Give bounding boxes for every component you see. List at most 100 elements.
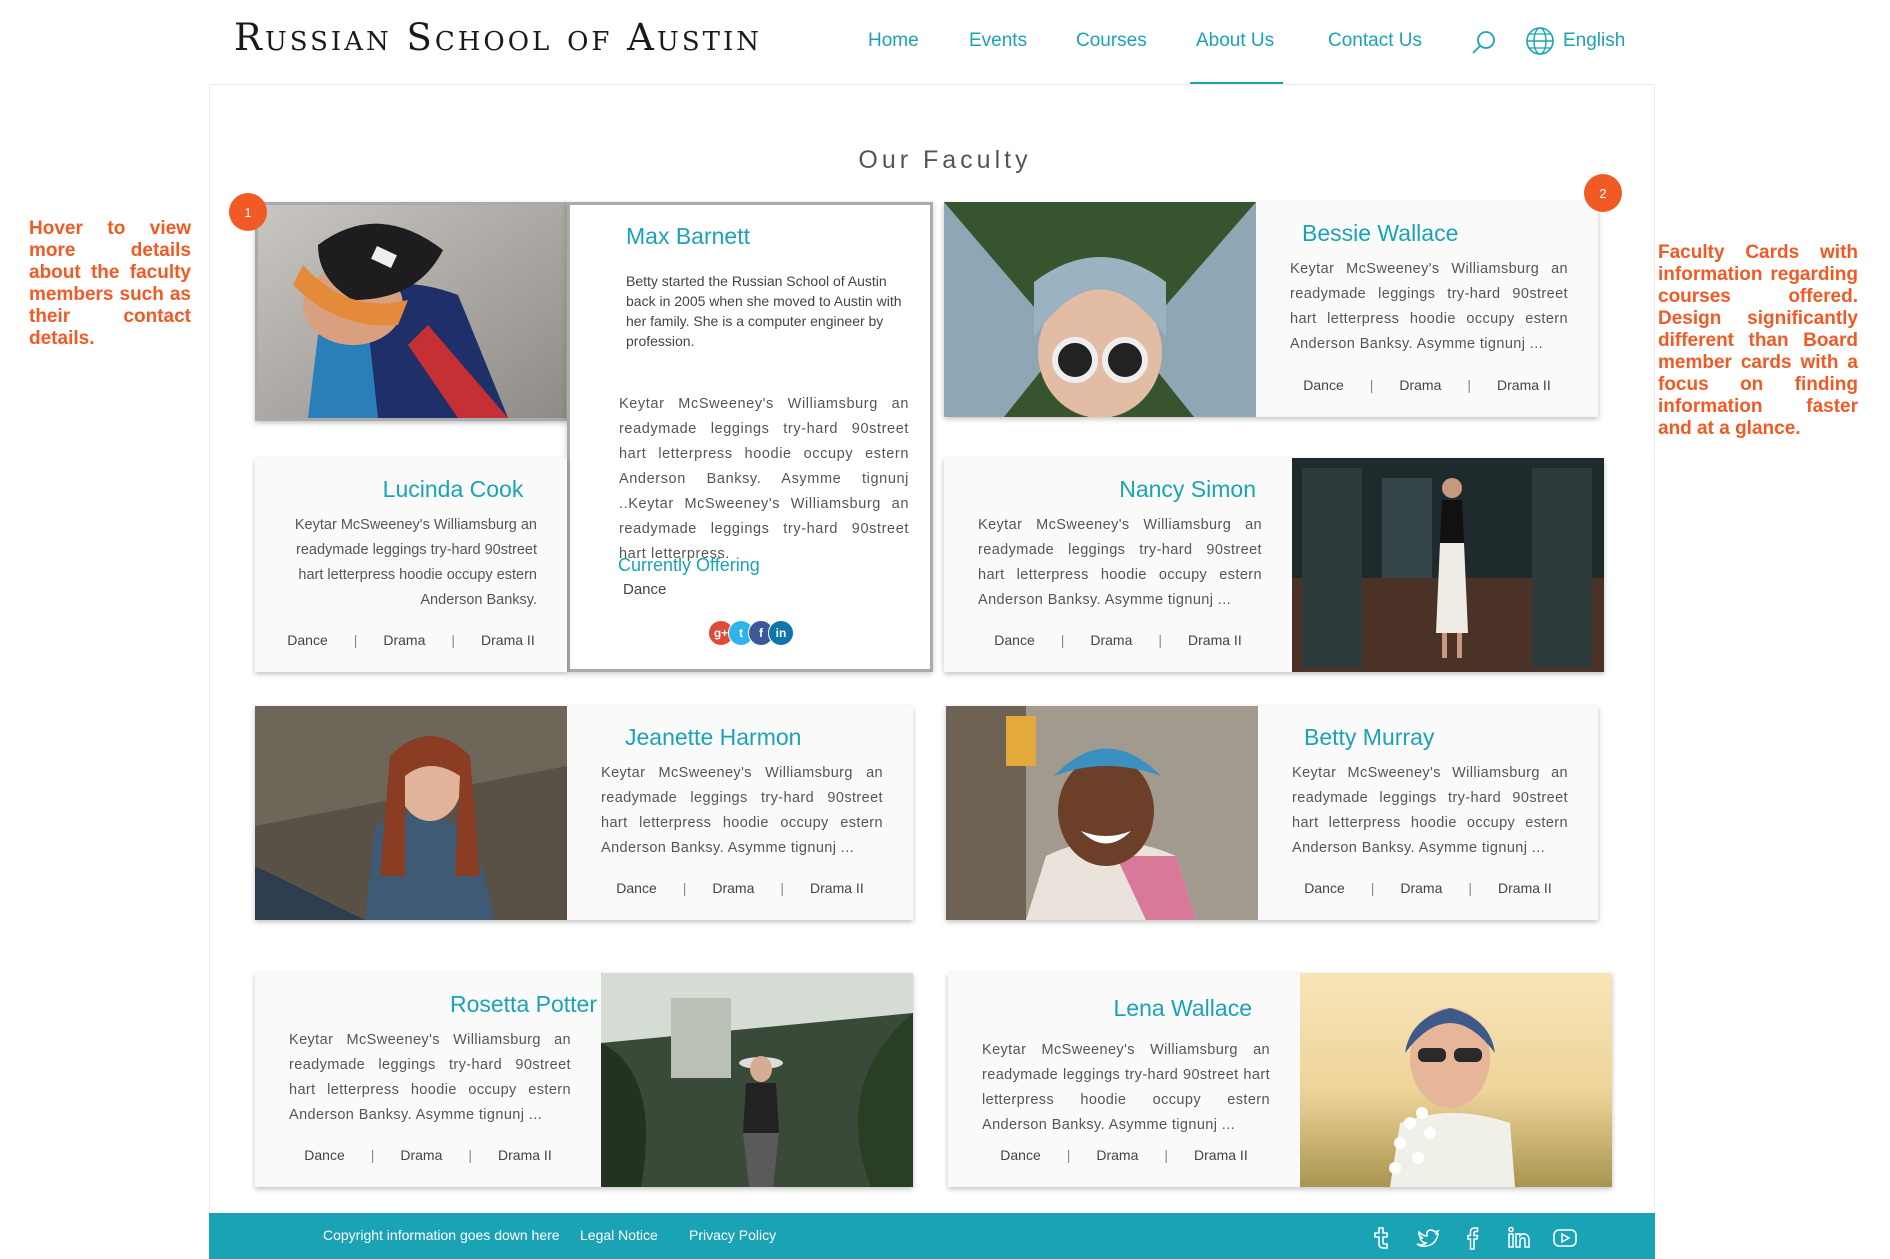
faculty-card-bessie-wallace[interactable]: Bessie Wallace Keytar McSweeney's Willia… xyxy=(944,202,1598,417)
faculty-photo xyxy=(601,973,913,1187)
search-icon[interactable] xyxy=(1470,29,1498,57)
footer-privacy-policy[interactable]: Privacy Policy xyxy=(689,1227,776,1243)
site-logo[interactable]: Russian School of Austin xyxy=(234,16,762,59)
course-tag[interactable]: Drama II xyxy=(1498,880,1552,896)
faculty-card-betty-murray[interactable]: Betty Murray Keytar McSweeney's Williams… xyxy=(946,706,1598,920)
annotation-faculty-cards: Faculty Cards with information regarding… xyxy=(1658,242,1858,439)
card-body: Bessie Wallace Keytar McSweeney's Willia… xyxy=(1256,202,1598,417)
card-body: Nancy Simon Keytar McSweeney's Williamsb… xyxy=(944,458,1292,672)
faculty-description: Keytar McSweeney's Williamsburg an ready… xyxy=(289,1032,571,1123)
nav-about-us[interactable]: About Us xyxy=(1196,30,1274,52)
course-tag[interactable]: Dance xyxy=(994,632,1034,648)
course-tags: Dance | Drama | Drama II xyxy=(1304,880,1552,896)
youtube-icon[interactable] xyxy=(1552,1225,1578,1251)
faculty-description: Keytar McSweeney's Williamsburg an ready… xyxy=(601,765,883,856)
course-tags: Dance | Drama | Drama II xyxy=(304,1147,552,1163)
course-tags: Dance | Drama | Drama II xyxy=(287,632,535,648)
faculty-name[interactable]: Nancy Simon xyxy=(978,476,1262,503)
language-label: English xyxy=(1563,30,1626,51)
course-tag[interactable]: Dance xyxy=(287,632,327,648)
nav-contact-us[interactable]: Contact Us xyxy=(1328,30,1422,52)
faculty-name[interactable]: Rosetta Potter xyxy=(289,991,597,1018)
card-body: Lena Wallace Keytar McSweeney's Williams… xyxy=(948,973,1300,1187)
card-body: Jeanette Harmon Keytar McSweeney's Willi… xyxy=(567,706,913,920)
faculty-name[interactable]: Lucinda Cook xyxy=(289,476,537,503)
course-tag[interactable]: Drama II xyxy=(481,632,535,648)
faculty-name[interactable]: Betty Murray xyxy=(1292,724,1568,751)
course-tag[interactable]: Dance xyxy=(1304,880,1344,896)
course-tags: Dance | Drama | Drama II xyxy=(1303,377,1551,393)
course-tag[interactable]: Dance xyxy=(1303,377,1343,393)
course-tag[interactable]: Drama xyxy=(1096,1147,1138,1163)
card-body: Betty Murray Keytar McSweeney's Williams… xyxy=(1258,706,1598,920)
portrait-image xyxy=(1292,458,1604,672)
faculty-name[interactable]: Jeanette Harmon xyxy=(601,724,883,751)
linkedin-icon[interactable]: in xyxy=(768,620,794,646)
card-body: Rosetta Potter Keytar McSweeney's Willia… xyxy=(255,973,601,1187)
faculty-description: Keytar McSweeney's Williamsburg an ready… xyxy=(982,1042,1270,1133)
tumblr-icon[interactable] xyxy=(1368,1225,1394,1251)
course-tag[interactable]: Drama II xyxy=(810,880,864,896)
language-selector[interactable]: English xyxy=(1525,26,1625,56)
faculty-photo xyxy=(944,202,1256,417)
course-tag[interactable]: Drama xyxy=(1400,880,1442,896)
page-title: Our Faculty xyxy=(858,146,1032,174)
faculty-bio: Betty started the Russian School of Aust… xyxy=(626,273,902,349)
contact-social-links: g+ t f in xyxy=(708,620,794,646)
portrait-image xyxy=(1300,973,1612,1187)
faculty-photo xyxy=(255,706,567,920)
course-tags: Dance | Drama | Drama II xyxy=(994,632,1242,648)
course-tag[interactable]: Drama II xyxy=(1188,632,1242,648)
course-tag[interactable]: Drama xyxy=(1090,632,1132,648)
portrait-image xyxy=(601,973,913,1187)
portrait-image xyxy=(258,205,566,418)
faculty-description: Keytar McSweeney's Williamsburg an ready… xyxy=(1292,765,1568,856)
faculty-photo xyxy=(1292,458,1604,672)
course-tag[interactable]: Drama xyxy=(1399,377,1441,393)
course-tag[interactable]: Dance xyxy=(304,1147,344,1163)
course-tag[interactable]: Drama xyxy=(383,632,425,648)
faculty-name[interactable]: Lena Wallace xyxy=(982,995,1270,1022)
annotation-hover: Hover to view more details about the fac… xyxy=(29,218,191,349)
linkedin-icon[interactable] xyxy=(1506,1225,1532,1251)
card-body: Lucinda Cook Keytar McSweeney's Williams… xyxy=(255,458,567,672)
faculty-card-rosetta-potter[interactable]: Rosetta Potter Keytar McSweeney's Willia… xyxy=(255,973,913,1187)
footer-legal-notice[interactable]: Legal Notice xyxy=(580,1227,658,1243)
currently-offering-label: Currently Offering xyxy=(618,555,760,575)
twitter-icon[interactable] xyxy=(1414,1225,1440,1251)
course-tag[interactable]: Drama II xyxy=(498,1147,552,1163)
annotation-marker-2: 2 xyxy=(1584,174,1622,212)
nav-courses[interactable]: Courses xyxy=(1076,30,1147,52)
nav-home[interactable]: Home xyxy=(868,30,919,52)
course-tag[interactable]: Dance xyxy=(616,880,656,896)
footer-copyright: Copyright information goes down here xyxy=(323,1227,560,1243)
faculty-name[interactable]: Bessie Wallace xyxy=(1290,220,1568,247)
portrait-image xyxy=(255,706,567,920)
faculty-card-jeanette-harmon[interactable]: Jeanette Harmon Keytar McSweeney's Willi… xyxy=(255,706,913,920)
expanded-faculty-card[interactable]: Max Barnett Betty started the Russian Sc… xyxy=(567,202,933,672)
course-tag[interactable]: Dance xyxy=(1000,1147,1040,1163)
faculty-photo xyxy=(1300,973,1612,1187)
portrait-image xyxy=(946,706,1258,920)
annotation-marker-1: 1 xyxy=(229,193,267,231)
faculty-photo-max-barnett[interactable] xyxy=(255,202,569,421)
faculty-card-nancy-simon[interactable]: Nancy Simon Keytar McSweeney's Williamsb… xyxy=(944,458,1604,672)
faculty-card-lena-wallace[interactable]: Lena Wallace Keytar McSweeney's Williams… xyxy=(948,973,1612,1187)
course-tag[interactable]: Drama xyxy=(400,1147,442,1163)
course-tag[interactable]: Drama II xyxy=(1194,1147,1248,1163)
faculty-description: Keytar McSweeney's Williamsburg an ready… xyxy=(294,517,537,608)
footer: Copyright information goes down here Leg… xyxy=(209,1213,1655,1259)
facebook-icon[interactable] xyxy=(1460,1225,1486,1251)
course-tag[interactable]: Drama II xyxy=(1497,377,1551,393)
faculty-description: Keytar McSweeney's Williamsburg an ready… xyxy=(619,396,909,562)
globe-icon xyxy=(1526,27,1554,55)
course-tags: Dance | Drama | Drama II xyxy=(616,880,864,896)
faculty-photo xyxy=(946,706,1258,920)
faculty-name[interactable]: Max Barnett xyxy=(626,223,750,250)
faculty-card-lucinda-cook[interactable]: Lucinda Cook Keytar McSweeney's Williams… xyxy=(255,458,567,672)
portrait-image xyxy=(944,202,1256,417)
currently-offering-value: Dance xyxy=(623,581,667,598)
course-tag[interactable]: Drama xyxy=(712,880,754,896)
nav-events[interactable]: Events xyxy=(969,30,1027,52)
course-tags: Dance | Drama | Drama II xyxy=(1000,1147,1248,1163)
